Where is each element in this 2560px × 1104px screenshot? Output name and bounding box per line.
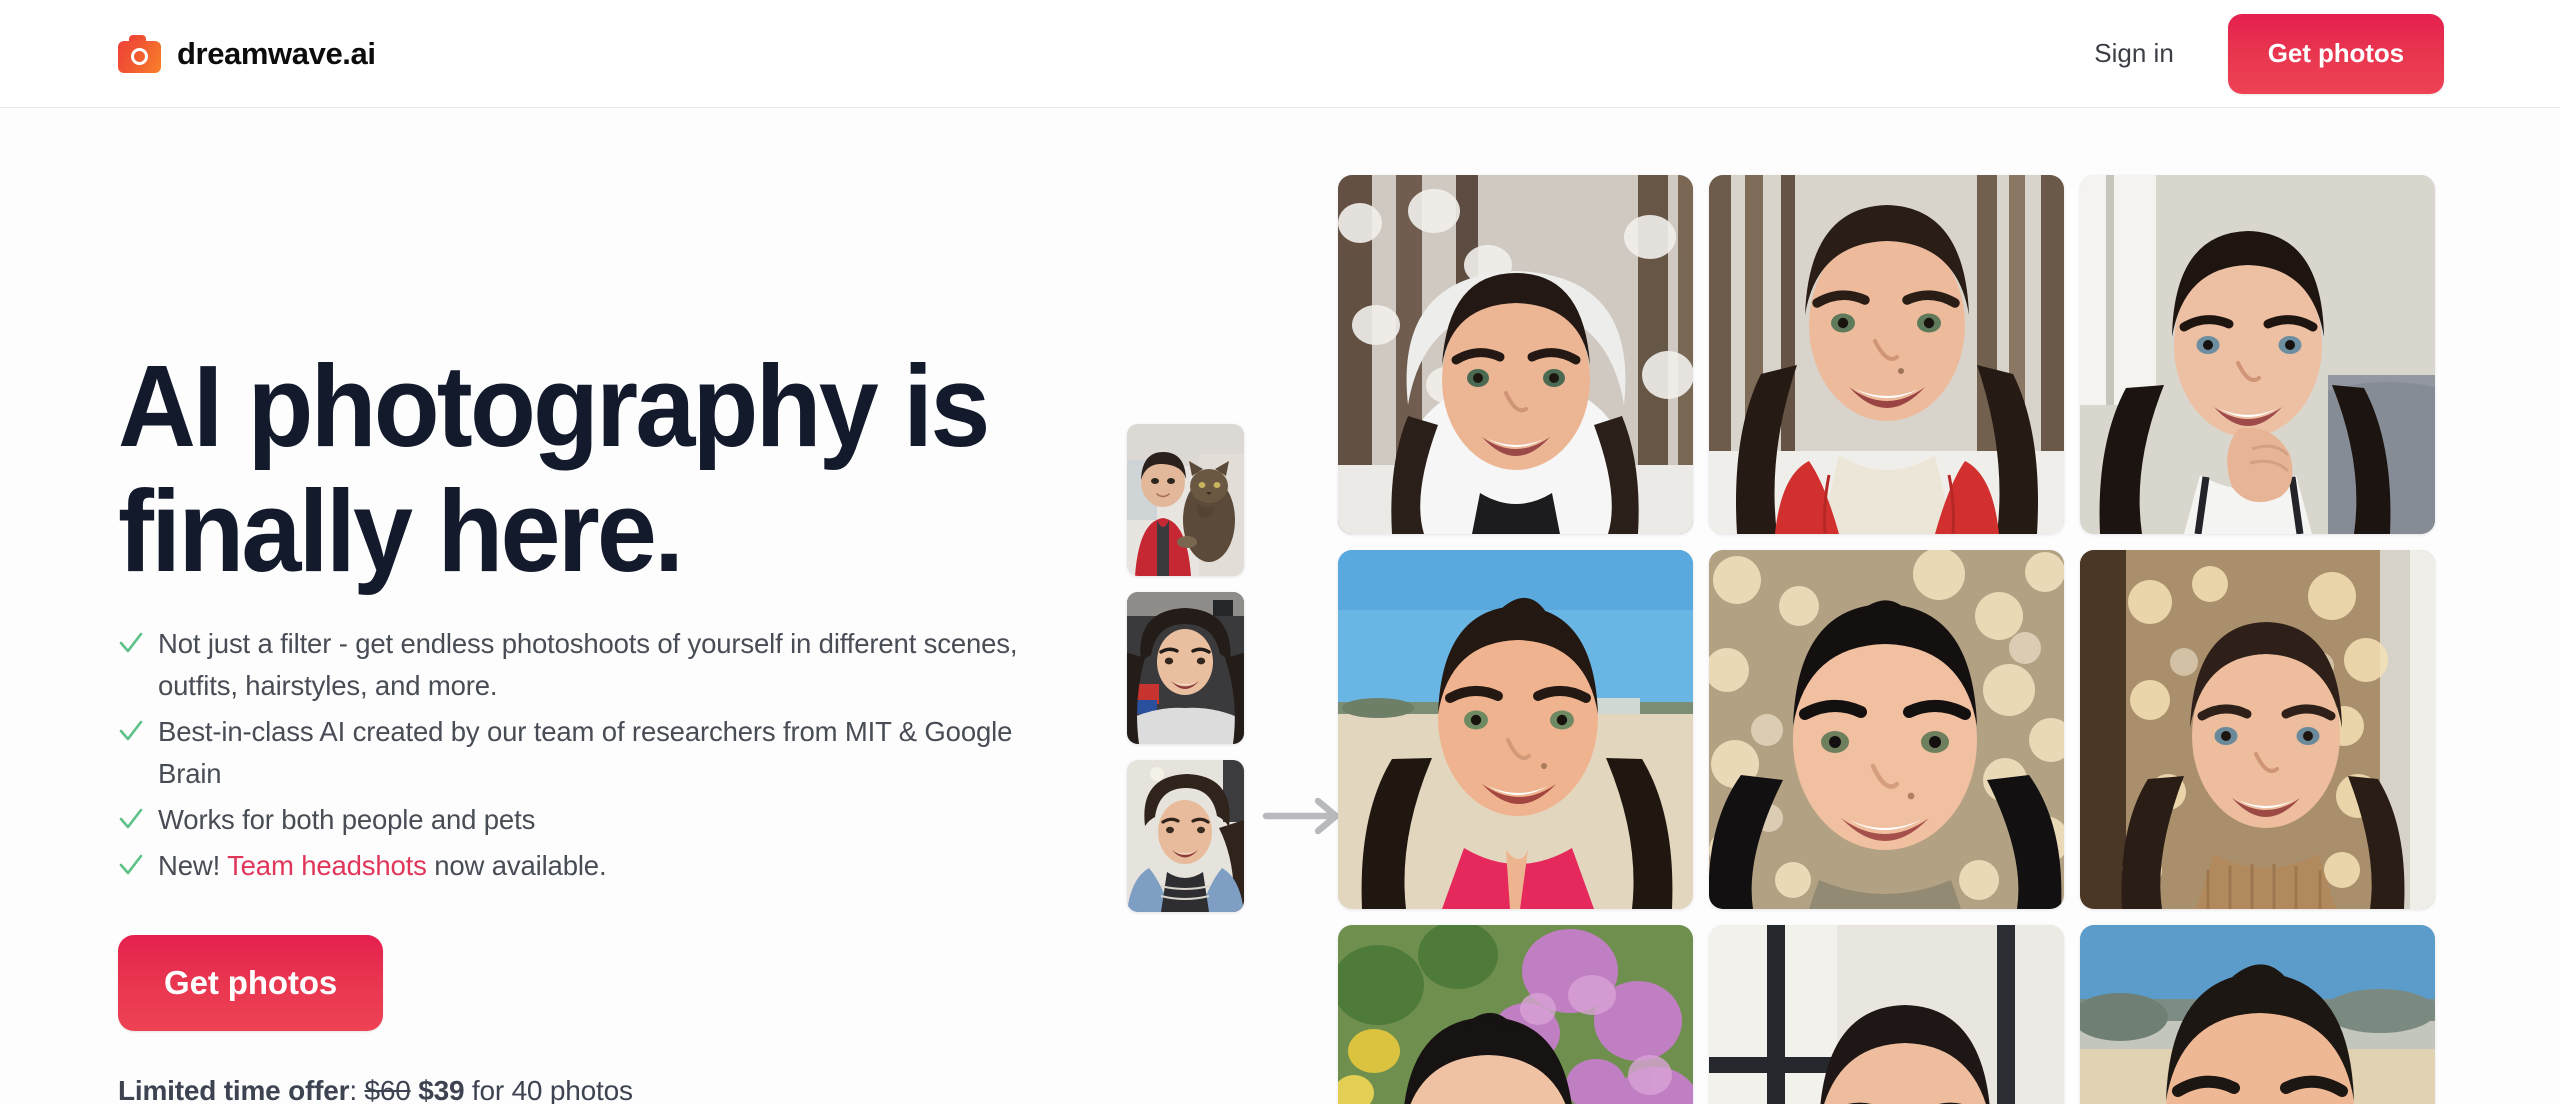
list-item: Not just a filter - get endless photosho… [118,623,1118,707]
offer-new-price: $39 [418,1074,465,1104]
result-warm-bokeh-sweater[interactable] [2080,550,2435,909]
list-item: New! Team headshots now available. [118,845,1118,887]
check-icon [119,632,143,652]
offer-label: Limited time offer [118,1074,350,1104]
generated-photos-grid [1338,175,2454,1104]
get-photos-header-button[interactable]: Get photos [2227,13,2444,94]
team-headshots-link[interactable]: Team headshots [227,850,427,881]
page-title: AI photography is finally here. [118,341,990,597]
hero-copy-column: AI photography is finally here. Not just… [118,341,1118,1104]
hero-section: AI photography is finally here. Not just… [0,109,2560,1104]
offer-suffix: for 40 photos [464,1074,633,1104]
selfie-denim-jacket [1127,760,1244,912]
result-snow-puffer[interactable] [1338,175,1693,534]
result-beach-pink[interactable] [1338,550,1693,909]
input-photos-column [1127,424,1244,912]
camera-icon [118,34,161,73]
feature-text: New! Team headshots now available. [158,849,607,881]
feature-list: Not just a filter - get endless photosho… [118,623,1118,887]
selfie-with-cat [1127,424,1244,576]
selfie-smiling-hoodie [1127,592,1244,744]
feature-text: Not just a filter - get endless photosho… [158,627,1018,701]
site-header: dreamwave.ai Sign in Get photos [0,0,2560,108]
header-nav: Sign in Get photos [2068,13,2444,94]
result-coastal[interactable] [2080,925,2435,1104]
list-item: Best-in-class AI created by our team of … [118,711,1118,795]
check-icon [119,854,143,874]
check-icon [119,720,143,740]
result-bokeh-night[interactable] [1709,550,2064,909]
brand-name: dreamwave.ai [177,35,376,71]
get-photos-hero-button[interactable]: Get photos [118,934,384,1031]
offer-separator: : [349,1074,365,1104]
sign-in-link[interactable]: Sign in [2068,24,2200,83]
check-icon [119,808,143,828]
list-item: Works for both people and pets [118,799,1118,841]
arrow-right-icon [1262,795,1348,837]
feature-text: Best-in-class AI created by our team of … [158,715,1013,789]
result-red-cardigan[interactable] [1709,175,2064,534]
limited-time-offer: Limited time offer: $60 $39 for 40 photo… [118,1075,1118,1104]
offer-old-price: $60 [364,1074,411,1104]
result-purple-flowers[interactable] [1338,925,1693,1104]
result-window-frame[interactable] [1709,925,2064,1104]
feature-text: Works for both people and pets [158,803,536,835]
brand-logo-link[interactable]: dreamwave.ai [118,34,376,73]
result-tank-top-couch[interactable] [2080,175,2435,534]
